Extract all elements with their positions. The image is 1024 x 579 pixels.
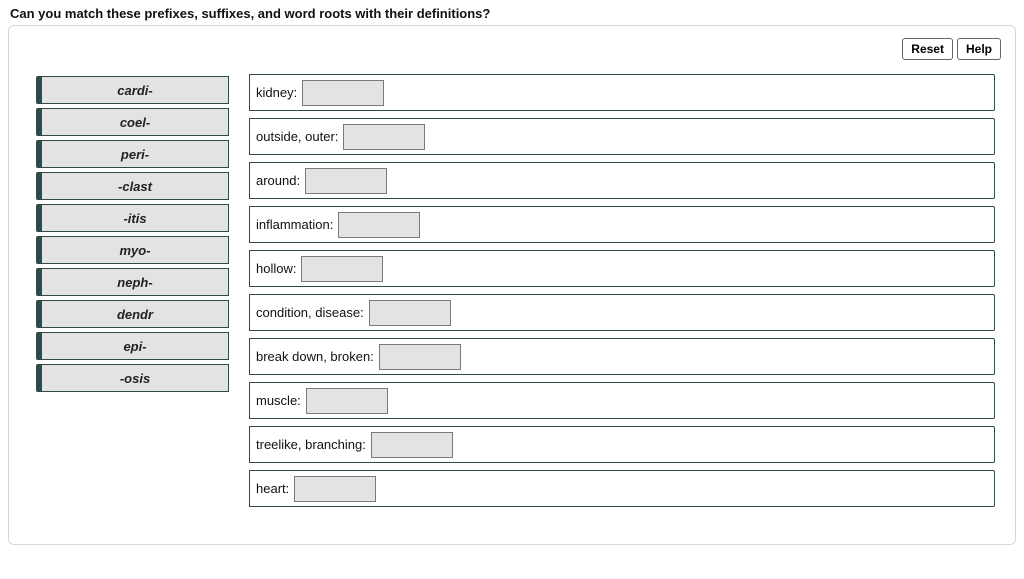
activity-panel: Reset Help cardi- coel- peri- -clast -it… [8,25,1016,545]
drop-slot[interactable] [294,476,376,502]
term-tile[interactable]: -itis [41,204,229,232]
term-tile[interactable]: peri- [41,140,229,168]
reset-button[interactable]: Reset [902,38,953,60]
definition-label: break down, broken: [256,349,374,364]
term-tile[interactable]: -clast [41,172,229,200]
drop-slot[interactable] [379,344,461,370]
term-tile[interactable]: cardi- [41,76,229,104]
definition-label: condition, disease: [256,305,364,320]
term-tile[interactable]: myo- [41,236,229,264]
definition-label: outside, outer: [256,129,338,144]
term-tile[interactable]: epi- [41,332,229,360]
definition-label: kidney: [256,85,297,100]
definition-row: heart: [249,470,991,507]
definition-row: hollow: [249,250,991,287]
definition-row: outside, outer: [249,118,991,155]
terms-column: cardi- coel- peri- -clast -itis myo- nep… [41,74,229,392]
matching-content: cardi- coel- peri- -clast -itis myo- nep… [23,70,1001,507]
toolbar: Reset Help [23,38,1001,60]
definition-label: around: [256,173,300,188]
definitions-column: kidney: outside, outer: around: inflamma… [249,74,991,507]
drop-slot[interactable] [369,300,451,326]
definition-label: muscle: [256,393,301,408]
drop-slot[interactable] [371,432,453,458]
term-tile[interactable]: neph- [41,268,229,296]
definition-label: inflammation: [256,217,333,232]
drop-slot[interactable] [306,388,388,414]
definition-row: treelike, branching: [249,426,991,463]
definition-label: hollow: [256,261,296,276]
definition-label: treelike, branching: [256,437,366,452]
definition-row: inflammation: [249,206,991,243]
term-tile[interactable]: -osis [41,364,229,392]
drop-slot[interactable] [302,80,384,106]
definition-row: muscle: [249,382,991,419]
term-tile[interactable]: dendr [41,300,229,328]
drop-slot[interactable] [301,256,383,282]
definition-label: heart: [256,481,289,496]
drop-slot[interactable] [338,212,420,238]
definition-row: condition, disease: [249,294,991,331]
drop-slot[interactable] [305,168,387,194]
help-button[interactable]: Help [957,38,1001,60]
definition-row: around: [249,162,991,199]
term-tile[interactable]: coel- [41,108,229,136]
question-prompt: Can you match these prefixes, suffixes, … [10,6,1016,21]
definition-row: kidney: [249,74,991,111]
definition-row: break down, broken: [249,338,991,375]
drop-slot[interactable] [343,124,425,150]
